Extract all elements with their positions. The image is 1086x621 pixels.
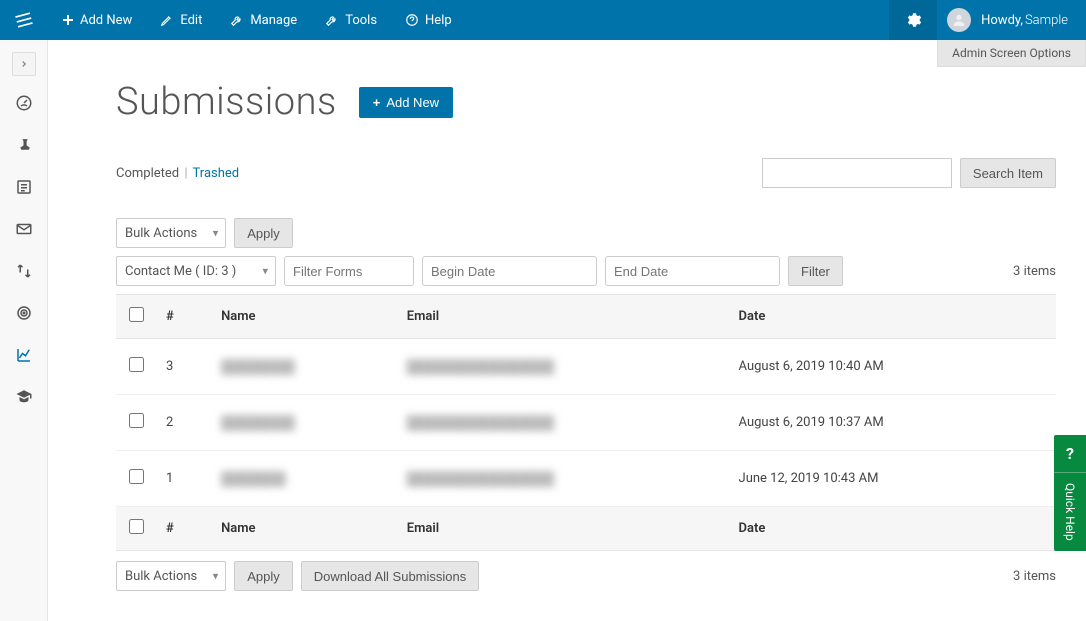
row-email: ████████████████ bbox=[407, 472, 554, 487]
sidebar-item-education[interactable] bbox=[0, 376, 48, 418]
apply-button-top[interactable]: Apply bbox=[234, 218, 293, 248]
table-row[interactable]: 1 ███████ ████████████████ June 12, 2019… bbox=[116, 451, 1056, 507]
quick-help-icon: ? bbox=[1054, 435, 1086, 473]
main-content: Admin Screen Options Submissions + Add N… bbox=[48, 40, 1086, 621]
topbar-help[interactable]: Help bbox=[391, 0, 466, 40]
app-logo[interactable] bbox=[0, 0, 48, 40]
row-name: ███████ bbox=[221, 472, 285, 487]
end-date-input[interactable] bbox=[605, 256, 780, 286]
sidebar-item-import-export[interactable] bbox=[0, 250, 48, 292]
col-num-foot[interactable]: # bbox=[156, 507, 211, 551]
howdy-prefix: Howdy, bbox=[981, 13, 1023, 28]
page-title: Submissions bbox=[116, 80, 337, 124]
row-name: ████████ bbox=[221, 416, 295, 431]
row-checkbox[interactable] bbox=[129, 357, 144, 372]
row-num: 3 bbox=[156, 339, 211, 395]
target-icon bbox=[15, 304, 33, 322]
subsub-trashed[interactable]: Trashed bbox=[193, 166, 240, 181]
bulk-actions-select-top[interactable]: Bulk Actions bbox=[116, 218, 226, 248]
col-date-foot[interactable]: Date bbox=[729, 507, 1056, 551]
quick-help-panel[interactable]: ? Quick Help bbox=[1054, 435, 1086, 551]
row-email: ████████████████ bbox=[407, 416, 554, 431]
col-date[interactable]: Date bbox=[729, 295, 1056, 339]
topbar-manage-label: Manage bbox=[250, 13, 297, 28]
items-count-top: 3 items bbox=[1013, 264, 1056, 279]
row-checkbox[interactable] bbox=[129, 469, 144, 484]
pin-icon bbox=[15, 136, 33, 154]
topbar-help-label: Help bbox=[425, 13, 452, 28]
topbar-edit[interactable]: Edit bbox=[146, 0, 216, 40]
sidebar-collapse-toggle[interactable] bbox=[12, 52, 36, 76]
apply-button-bottom[interactable]: Apply bbox=[234, 561, 293, 591]
tools-icon bbox=[325, 13, 339, 27]
row-email: ████████████████ bbox=[407, 360, 554, 375]
sidebar bbox=[0, 40, 48, 621]
quick-help-label: Quick Help bbox=[1063, 473, 1077, 551]
sidebar-item-mail[interactable] bbox=[0, 208, 48, 250]
select-all-bottom[interactable] bbox=[129, 519, 144, 534]
sidebar-item-forms[interactable] bbox=[0, 166, 48, 208]
dashboard-icon bbox=[15, 94, 33, 112]
topbar-tools[interactable]: Tools bbox=[311, 0, 391, 40]
col-email[interactable]: Email bbox=[397, 295, 729, 339]
row-name: ████████ bbox=[221, 360, 295, 375]
pencil-icon bbox=[160, 13, 174, 27]
subsub-completed[interactable]: Completed bbox=[116, 166, 179, 181]
sidebar-item-dashboard[interactable] bbox=[0, 82, 48, 124]
chart-icon bbox=[15, 346, 33, 364]
forms-icon bbox=[15, 178, 33, 196]
row-date: August 6, 2019 10:37 AM bbox=[729, 395, 1056, 451]
avatar-icon bbox=[947, 8, 971, 32]
submissions-table: # Name Email Date 3 ████████ ███████████… bbox=[116, 294, 1056, 551]
user-name: Sample bbox=[1025, 13, 1068, 28]
sidebar-item-target[interactable] bbox=[0, 292, 48, 334]
row-date: June 12, 2019 10:43 AM bbox=[729, 451, 1056, 507]
add-new-button[interactable]: + Add New bbox=[359, 87, 453, 118]
plus-icon: + bbox=[373, 95, 381, 110]
arrows-icon bbox=[15, 262, 33, 280]
topbar-edit-label: Edit bbox=[180, 13, 202, 28]
topbar-manage[interactable]: Manage bbox=[216, 0, 311, 40]
help-icon bbox=[405, 13, 419, 27]
col-name-foot[interactable]: Name bbox=[211, 507, 397, 551]
select-all-top[interactable] bbox=[129, 307, 144, 322]
col-name[interactable]: Name bbox=[211, 295, 397, 339]
topbar-tools-label: Tools bbox=[345, 13, 377, 28]
wrench-icon bbox=[230, 13, 244, 27]
filter-button[interactable]: Filter bbox=[788, 256, 843, 286]
add-new-button-label: Add New bbox=[386, 95, 439, 110]
topbar-settings[interactable] bbox=[889, 0, 937, 40]
form-select[interactable]: Contact Me ( ID: 3 ) bbox=[116, 256, 276, 286]
row-checkbox[interactable] bbox=[129, 413, 144, 428]
sidebar-item-pin[interactable] bbox=[0, 124, 48, 166]
gear-icon bbox=[904, 11, 922, 29]
col-email-foot[interactable]: Email bbox=[397, 507, 729, 551]
topbar-user-menu[interactable]: Howdy, Sample bbox=[937, 0, 1086, 40]
search-input[interactable] bbox=[762, 158, 952, 188]
col-num[interactable]: # bbox=[156, 295, 211, 339]
row-num: 2 bbox=[156, 395, 211, 451]
topbar: Add New Edit Manage Tools Help Howdy, Sa… bbox=[0, 0, 1086, 40]
row-date: August 6, 2019 10:40 AM bbox=[729, 339, 1056, 395]
admin-screen-options[interactable]: Admin Screen Options bbox=[937, 40, 1086, 67]
table-row[interactable]: 3 ████████ ████████████████ August 6, 20… bbox=[116, 339, 1056, 395]
mail-icon bbox=[15, 220, 33, 238]
sidebar-item-analytics[interactable] bbox=[0, 334, 48, 376]
topbar-add-new-label: Add New bbox=[80, 13, 132, 28]
search-button[interactable]: Search Item bbox=[960, 158, 1056, 188]
topbar-add-new[interactable]: Add New bbox=[48, 0, 146, 40]
bulk-actions-select-bottom[interactable]: Bulk Actions bbox=[116, 561, 226, 591]
table-row[interactable]: 2 ████████ ████████████████ August 6, 20… bbox=[116, 395, 1056, 451]
graduation-icon bbox=[15, 388, 33, 406]
begin-date-input[interactable] bbox=[422, 256, 597, 286]
download-all-button[interactable]: Download All Submissions bbox=[301, 561, 479, 591]
plus-icon bbox=[62, 14, 74, 26]
filter-forms-input[interactable] bbox=[284, 256, 414, 286]
row-num: 1 bbox=[156, 451, 211, 507]
items-count-bottom: 3 items bbox=[1013, 569, 1056, 584]
